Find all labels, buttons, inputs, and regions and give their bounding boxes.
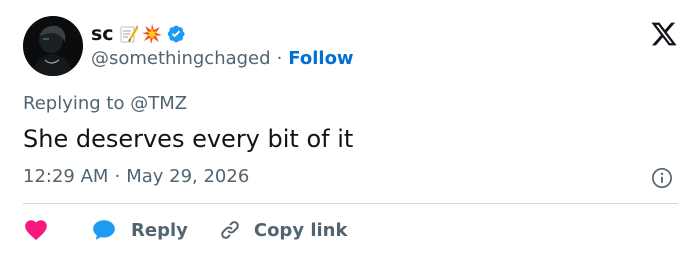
copy-link-label: Copy link [253, 219, 348, 241]
copy-link-button[interactable]: Copy link [218, 218, 348, 242]
timestamp-separator: · [114, 166, 121, 187]
user-handle[interactable]: @somethingchaged [91, 48, 271, 70]
tweet-embed-card: sc @somethingchaged · Follow Replying to… [0, 0, 700, 256]
follow-button[interactable]: Follow [288, 48, 353, 70]
tweet-time: 12:29 AM [23, 166, 109, 187]
action-bar: Reply Copy link [23, 216, 347, 244]
memo-icon [118, 24, 138, 44]
display-name-row: sc [91, 22, 186, 46]
handle-separator: · [276, 48, 283, 69]
tweet-date: May 29, 2026 [126, 166, 250, 187]
display-name[interactable]: sc [91, 22, 114, 46]
divider [23, 203, 678, 204]
link-icon [221, 221, 239, 239]
reply-label: Reply [131, 219, 188, 241]
replying-prefix: Replying to [23, 93, 125, 114]
replying-mention-link[interactable]: @TMZ [130, 93, 187, 114]
tweet-text: She deserves every bit of it [23, 125, 354, 153]
collision-icon [141, 24, 162, 44]
avatar-image [23, 16, 83, 76]
reply-button[interactable]: Reply [91, 217, 188, 243]
avatar[interactable] [23, 16, 83, 76]
handle-row: @somethingchaged · Follow [91, 48, 354, 70]
replying-to-line: Replying to @TMZ [23, 93, 187, 115]
verified-badge-icon [166, 24, 186, 44]
heart-icon [25, 220, 47, 241]
info-icon[interactable] [651, 167, 673, 189]
tweet-timestamp[interactable]: 12:29 AM · May 29, 2026 [23, 166, 249, 188]
reply-bubble-icon [93, 220, 115, 240]
like-button[interactable] [23, 217, 49, 243]
x-logo-icon[interactable] [650, 20, 678, 48]
